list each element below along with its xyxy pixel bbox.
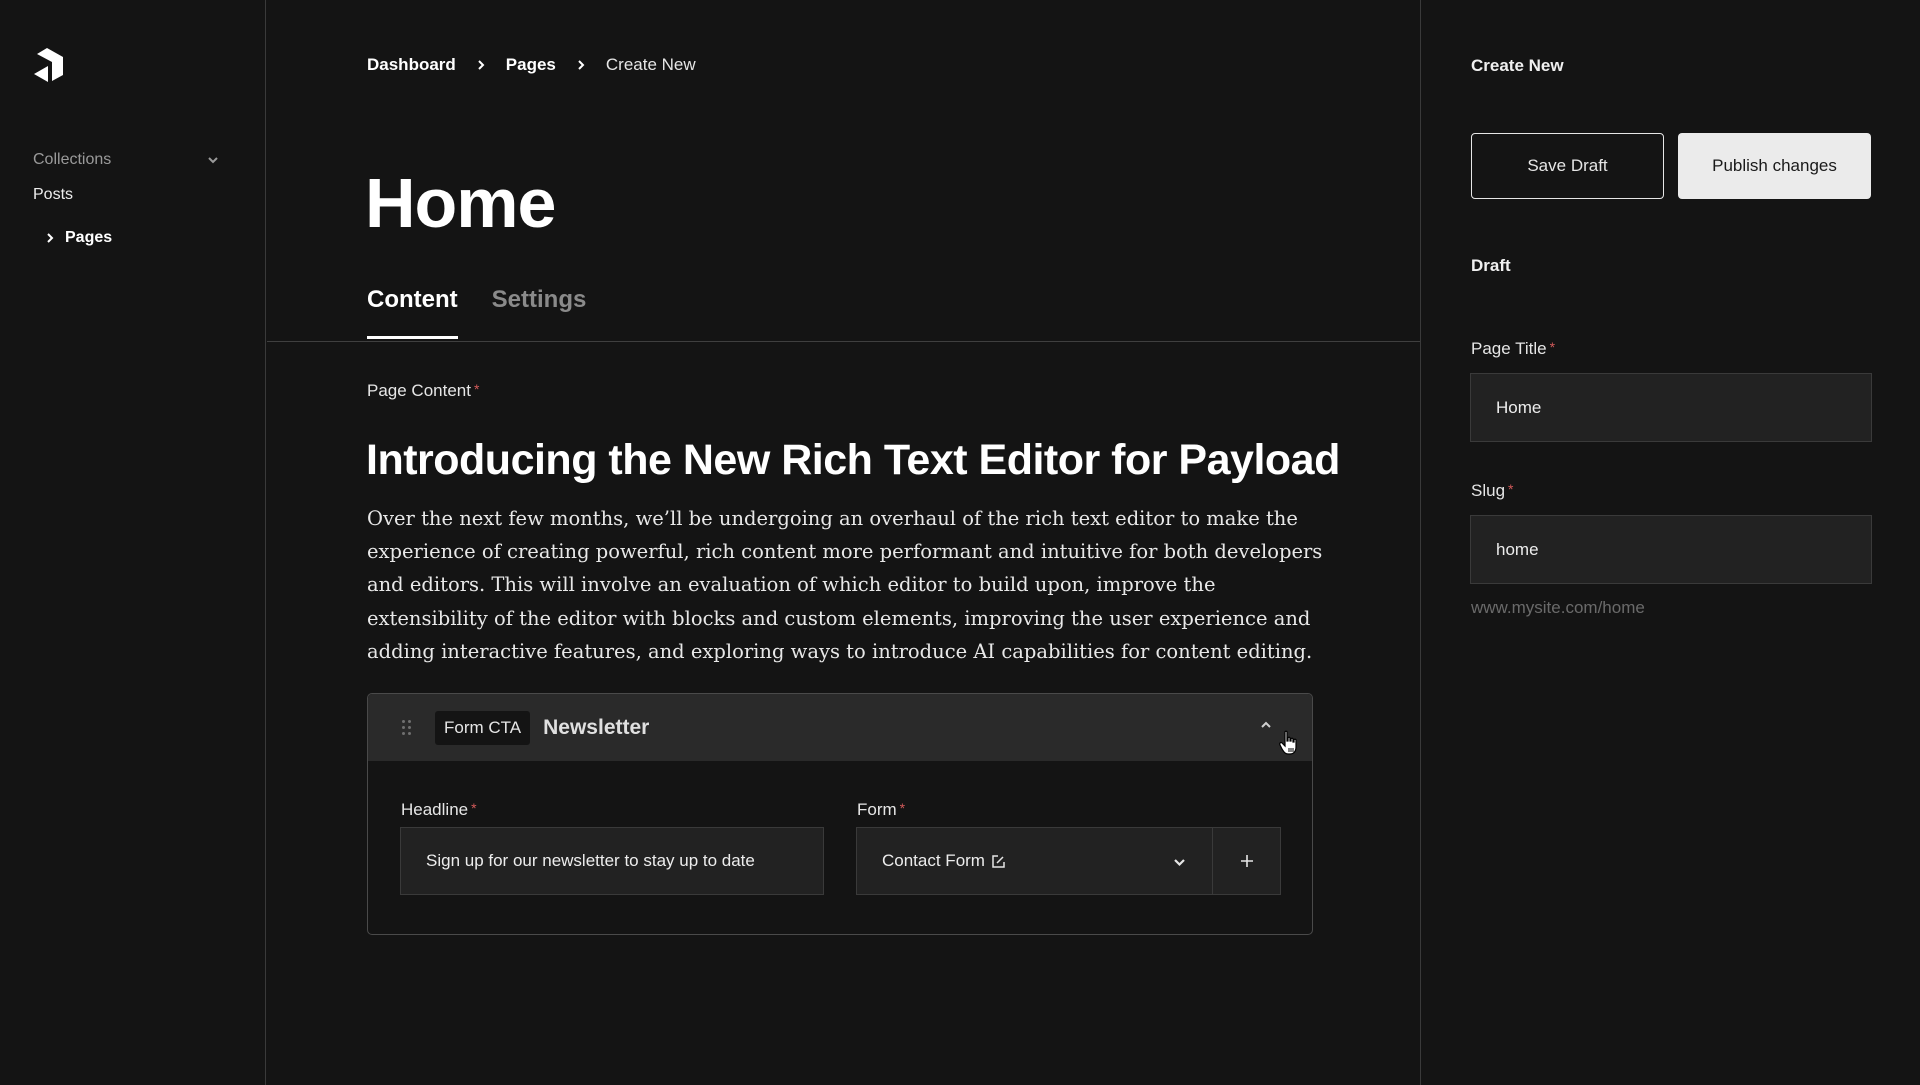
required-mark: *	[471, 800, 477, 816]
status-label: Draft	[1471, 256, 1511, 275]
label-text: Slug	[1471, 481, 1506, 500]
slug-label: Slug *	[1471, 481, 1513, 501]
breadcrumb-pages[interactable]: Pages	[506, 55, 556, 75]
sidebar: Collections Posts Pages	[0, 0, 266, 1085]
headline-label: Headline *	[401, 800, 477, 820]
tabs: Content Settings	[367, 286, 620, 339]
tab-settings[interactable]: Settings	[492, 286, 587, 336]
required-mark: *	[1508, 481, 1514, 497]
form-select-value: Contact Form	[882, 851, 985, 870]
headline-input[interactable]: Sign up for our newsletter to stay up to…	[400, 827, 824, 895]
chevron-down-icon	[208, 157, 218, 164]
block-body: Headline * Sign up for our newsletter to …	[368, 761, 1312, 934]
block-type-tag: Form CTA	[435, 710, 531, 745]
document-sidebar: Create New Save Draft Publish changes Dr…	[1420, 0, 1920, 1085]
breadcrumb: Dashboard Pages Create New	[367, 55, 696, 75]
tab-content[interactable]: Content	[367, 286, 458, 339]
chevron-right-icon	[578, 60, 585, 70]
save-draft-button[interactable]: Save Draft	[1471, 133, 1664, 199]
collections-label: Collections	[33, 151, 112, 168]
hand-cursor-icon	[1279, 730, 1297, 755]
label-text: Page Content	[367, 381, 471, 400]
tabs-divider	[267, 341, 1420, 342]
rich-text-paragraph[interactable]: Over the next few months, we’ll be under…	[367, 502, 1327, 668]
sidebar-collections-toggle[interactable]: Collections	[33, 148, 218, 172]
edit-icon[interactable]	[992, 854, 1005, 868]
breadcrumb-current: Create New	[605, 55, 696, 74]
breadcrumb-dashboard[interactable]: Dashboard	[367, 55, 456, 75]
label-text: Headline	[401, 800, 469, 819]
label-text: Form	[857, 800, 897, 819]
chevron-right-icon	[478, 60, 485, 70]
chevron-down-icon	[1174, 859, 1185, 867]
form-select[interactable]: Contact Form	[856, 827, 1213, 895]
slug-input[interactable]: home	[1470, 515, 1872, 584]
required-mark: *	[899, 800, 906, 816]
plus-icon	[1240, 855, 1253, 867]
sidebar-item-label: Pages	[65, 229, 113, 246]
label-text: Page Title	[1471, 339, 1547, 358]
sidebar-item-pages[interactable]: Pages	[33, 226, 213, 250]
form-cta-block: Form CTA Newsletter Headline * Sign up fo…	[367, 693, 1313, 935]
panel-title: Create New	[1471, 56, 1564, 75]
required-mark: *	[473, 381, 480, 397]
url-preview: www.mysite.com/home	[1471, 598, 1645, 617]
required-mark: *	[1549, 339, 1556, 355]
drag-handle-icon[interactable]	[402, 719, 412, 736]
page-title: Home	[365, 164, 556, 242]
block-header[interactable]: Form CTA Newsletter	[368, 694, 1312, 761]
rich-text-heading[interactable]: Introducing the New Rich Text Editor for…	[366, 436, 1340, 485]
sidebar-nav: Collections Posts Pages	[33, 148, 218, 250]
page-title-input[interactable]: Home	[1470, 373, 1872, 442]
add-form-button[interactable]	[1212, 827, 1281, 895]
main-content: Dashboard Pages Create New Home Content …	[267, 0, 1420, 1085]
publish-changes-button[interactable]: Publish changes	[1678, 133, 1871, 199]
page-title-label: Page Title *	[1471, 339, 1555, 359]
payload-logo-icon[interactable]	[34, 48, 66, 84]
block-name: Newsletter	[543, 715, 650, 739]
chevron-right-icon	[47, 233, 54, 243]
sidebar-item-posts[interactable]: Posts	[33, 186, 213, 210]
page-content-label: Page Content *	[367, 381, 479, 401]
form-label: Form *	[857, 800, 905, 820]
chevron-up-icon[interactable]	[1258, 717, 1274, 733]
